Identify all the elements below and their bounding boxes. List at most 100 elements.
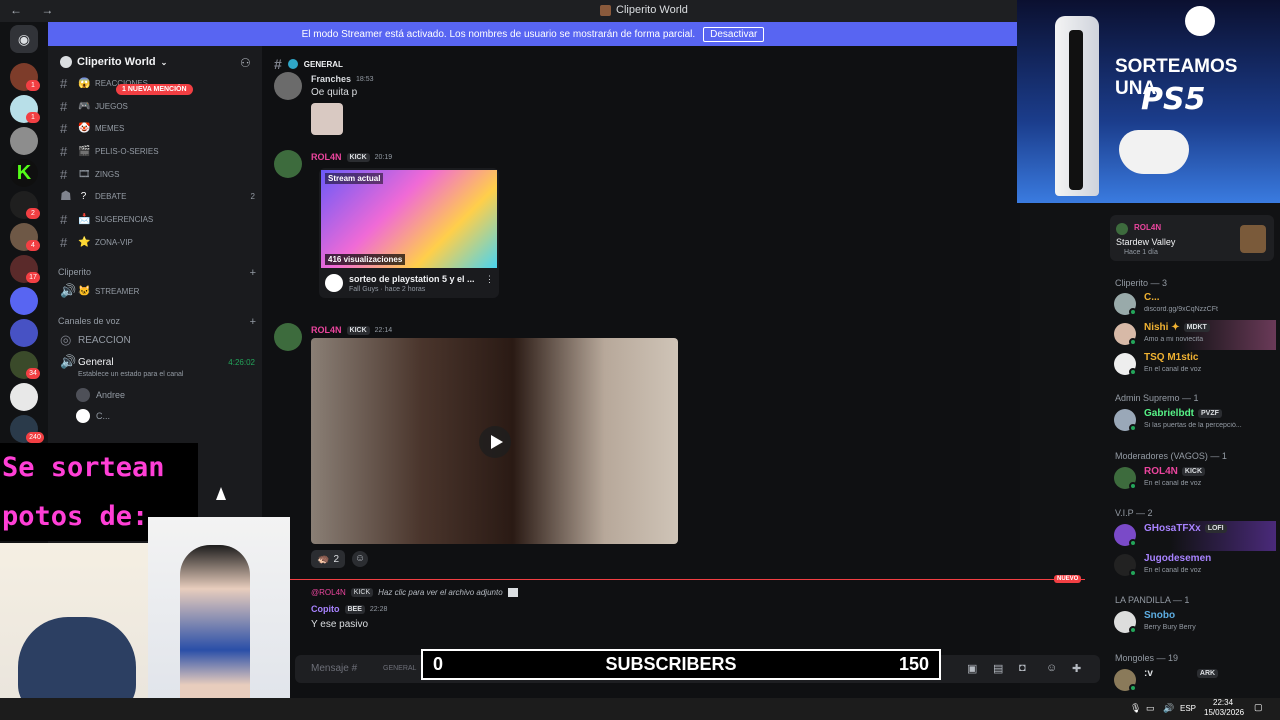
member-list: ROL4N Stardew Valley Hace 1 día Cliperit…	[1104, 203, 1280, 698]
status-dot	[1129, 368, 1137, 376]
channel-item[interactable]: # 🎬 PELIS-O-SERIES	[60, 142, 255, 160]
gift-icon[interactable]: ▣	[967, 662, 977, 675]
member-item[interactable]: TSQ M1stic En el canal de voz	[1114, 350, 1276, 380]
clock-date[interactable]: 15/03/2026	[1204, 708, 1244, 717]
network-icon[interactable]: ▭	[1146, 703, 1155, 714]
server-logo-icon	[60, 56, 72, 68]
message-author[interactable]: Franches 18:53	[311, 74, 374, 84]
avatar[interactable]	[274, 150, 302, 178]
activity-card[interactable]: ROL4N Stardew Valley Hace 1 día	[1110, 215, 1274, 261]
category-label: Canales de voz	[58, 316, 121, 326]
member-item[interactable]: Gabrielbdt PVZF Si las puertas de la perce…	[1114, 406, 1276, 436]
member-item[interactable]: GHosaTFXx LOFI	[1114, 521, 1276, 551]
status-dot	[1129, 338, 1137, 346]
member-item[interactable]: Nishi ✦ MDKT Amo a mi noviecita	[1114, 320, 1276, 350]
message-author[interactable]: Copito BEE 22:28	[311, 604, 387, 614]
member-item[interactable]: C... discord.gg/9xCqNzzCFt	[1114, 290, 1276, 320]
role-tag: KICK	[346, 325, 370, 335]
channel-emoji: 📩	[78, 213, 91, 225]
console-core	[1069, 30, 1083, 190]
channel-name: MEMES	[95, 123, 125, 133]
subscriber-goal: 150	[898, 654, 929, 674]
member-name: :v ARK	[1144, 668, 1219, 679]
voice-channel[interactable]: ◎ REACCION	[60, 331, 255, 349]
status-dot	[1129, 569, 1137, 577]
channel-item[interactable]: ☗? DEBATE 2	[60, 187, 255, 205]
channel-name: PELIS-O-SERIES	[95, 146, 159, 156]
guild-icon[interactable]	[10, 319, 38, 347]
gif-icon[interactable]: ▤	[993, 662, 1003, 675]
guild-icon[interactable]	[10, 287, 38, 315]
forum-icon: ☗	[60, 188, 72, 203]
play-icon[interactable]	[479, 426, 511, 458]
member-name: TSQ M1stic	[1144, 352, 1198, 363]
member-status: En el canal de voz	[1144, 366, 1202, 373]
add-reaction-icon[interactable]: ☺	[352, 551, 368, 567]
disable-streamer-button[interactable]: Desactivar	[703, 26, 765, 42]
channel-item[interactable]: # 🤡 MEMES	[60, 119, 255, 137]
subscriber-goal-bar: 0 SUBSCRIBERS 150	[421, 649, 941, 680]
new-mention-pill[interactable]: 1 NUEVA MENCIÓN	[116, 84, 193, 95]
message-author[interactable]: ROL4N KICK 22:14	[311, 325, 392, 335]
activity-game: Stardew Valley	[1116, 237, 1176, 247]
channel-item[interactable]: # ⭐ ZONA-VIP	[60, 233, 255, 251]
reply-preview[interactable]: @ROL4N KICK Haz clic para ver el archivo…	[311, 588, 518, 597]
clock-time[interactable]: 22:34	[1213, 698, 1233, 707]
channel-emoji: 🎮	[78, 100, 91, 112]
guild-icon[interactable]: K	[10, 159, 38, 187]
member-group-title: Moderadores (VAGOS) — 1	[1115, 451, 1227, 461]
chevron-down-icon: ⌄	[160, 57, 168, 67]
channel-item[interactable]: # 🎞 ZINGS	[60, 165, 255, 183]
reaction-chip[interactable]: 🦔 2	[311, 550, 345, 568]
category-voice[interactable]: Canales de voz +	[58, 316, 256, 328]
member-status: discord.gg/9xCqNzzCFt	[1144, 306, 1218, 313]
message-author[interactable]: ROL4N KICK 20:19	[311, 152, 392, 162]
voice-user[interactable]: C...	[60, 407, 255, 425]
category-cliperito[interactable]: Cliperito +	[58, 267, 256, 279]
hash-icon: #	[60, 143, 68, 159]
volume-icon[interactable]: 🔊	[1163, 703, 1174, 714]
mic-icon[interactable]: 🎙	[1130, 703, 1141, 714]
stream-title[interactable]: sorteo de playstation 5 y el ...	[349, 274, 489, 284]
status-dot	[1129, 482, 1137, 490]
message-text: Oe quita p	[311, 87, 358, 98]
voice-channel-general[interactable]: 🔊 General 4:26:02	[60, 353, 255, 371]
channel-status-hint[interactable]: Establece un estado para el canal	[78, 371, 183, 378]
more-icon[interactable]: ⋮	[485, 274, 494, 285]
member-name: GHosaTFXx LOFI	[1144, 523, 1227, 534]
emoji-icon[interactable]: ☺	[1046, 662, 1057, 674]
role-tag: KICK	[350, 588, 374, 597]
channel-item[interactable]: 🔊 🐱 STREAMER	[60, 282, 255, 300]
message-text: Y ese pasivo	[311, 619, 369, 630]
channel-item[interactable]: # 📩 SUGERENCIAS	[60, 210, 255, 228]
notification-icon[interactable]: ▢	[1254, 702, 1263, 713]
stream-embed[interactable]: Stream actual 416 visualizaciones sorteo…	[319, 168, 499, 298]
voice-user[interactable]: Andree	[60, 386, 255, 404]
member-item[interactable]: Snobo Berry Bury Berry	[1114, 608, 1276, 638]
guild-icon[interactable]	[10, 127, 38, 155]
plus-icon[interactable]: +	[250, 316, 256, 328]
server-header[interactable]: Cliperito World ⌄	[60, 56, 167, 68]
member-item[interactable]: :v ARK	[1114, 666, 1276, 696]
member-item[interactable]: ROL4N KICK En el canal de voz	[1114, 464, 1276, 494]
avatar[interactable]	[274, 323, 302, 351]
channel-name: ZONA-VIP	[95, 237, 133, 247]
language-indicator[interactable]: ESP	[1180, 704, 1196, 713]
avatar[interactable]	[274, 72, 302, 100]
discord-home-icon[interactable]: ◉	[10, 25, 38, 53]
sticker-icon[interactable]: ◘	[1019, 662, 1026, 674]
member-item[interactable]: Jugodesemen En el canal de voz	[1114, 551, 1276, 581]
hash-icon: #	[60, 120, 68, 136]
apps-icon[interactable]: ✚	[1072, 662, 1081, 675]
plus-icon[interactable]: +	[250, 267, 256, 279]
ps5-giveaway-overlay: SORTEAMOS UNA PS5	[1017, 0, 1280, 203]
activity-user: ROL4N	[1134, 223, 1162, 232]
paw-logo-icon	[1185, 6, 1215, 36]
invite-icon[interactable]: ⚇	[240, 56, 251, 70]
member-status: Berry Bury Berry	[1144, 624, 1196, 631]
channel-item[interactable]: # 🎮 JUEGOS	[60, 97, 255, 115]
member-group-title: Mongoles — 19	[1115, 653, 1179, 663]
nav-arrows[interactable]: ← →	[10, 3, 61, 17]
guild-icon[interactable]	[10, 383, 38, 411]
sticker-image[interactable]	[311, 103, 343, 135]
